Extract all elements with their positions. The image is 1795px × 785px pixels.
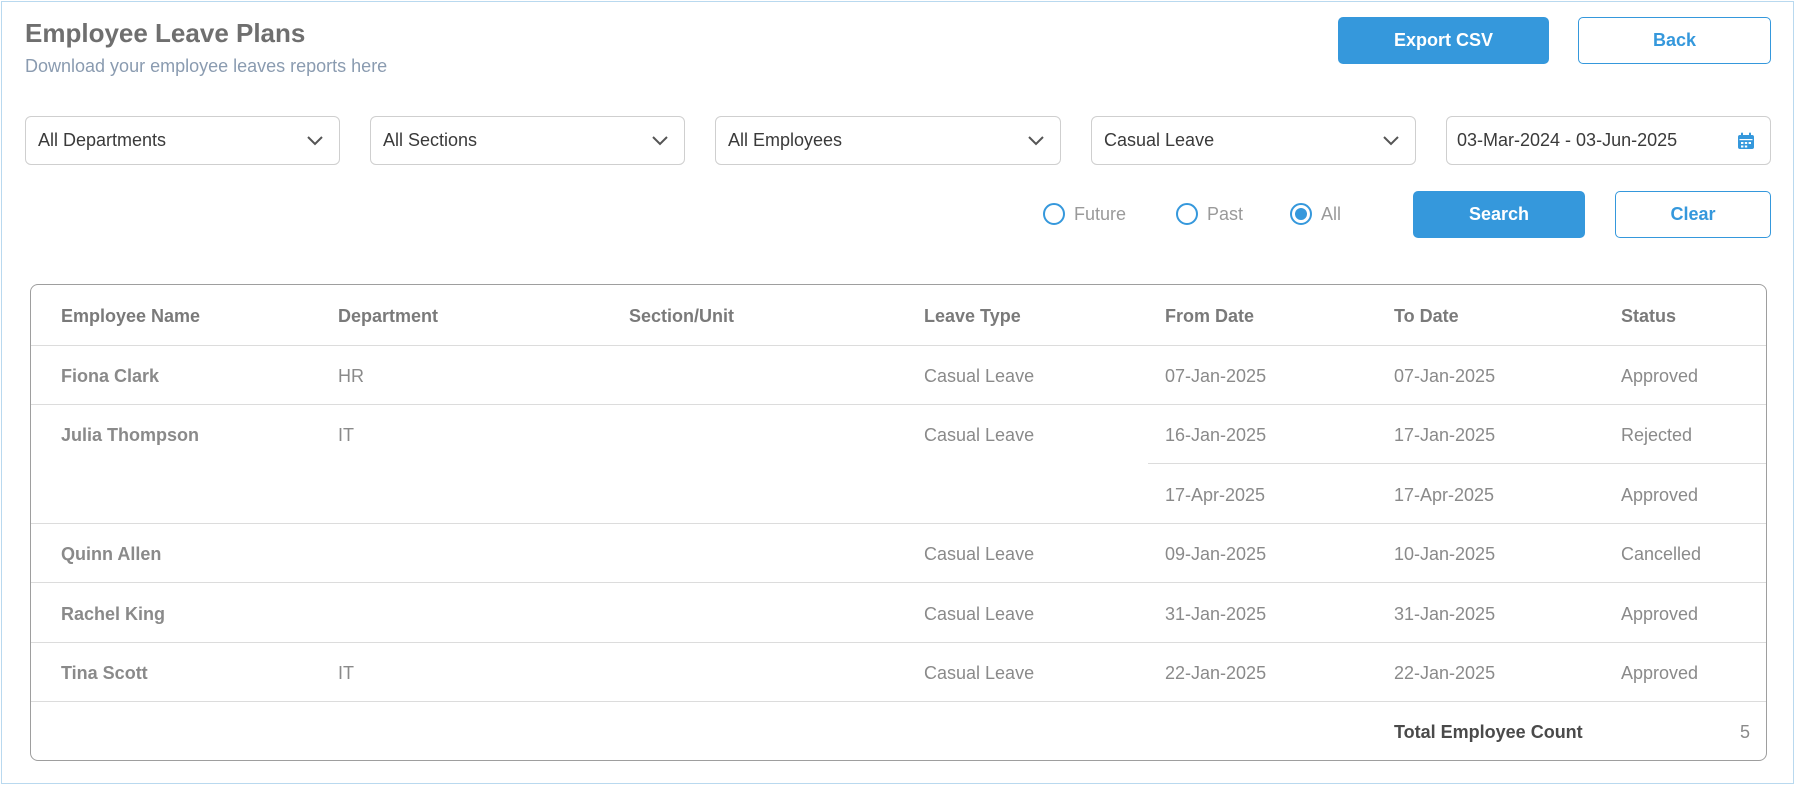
table-row-name: Tina Scott — [61, 663, 148, 683]
row-divider — [31, 701, 1766, 702]
table-row-status: Approved — [1621, 663, 1699, 683]
table-row-from-date: 09-Jan-2025 — [1165, 544, 1267, 564]
row-divider — [31, 582, 1766, 583]
header-divider — [31, 345, 1766, 346]
table-row-leave-type: Casual Leave — [924, 604, 1035, 624]
table-row-to-date: 10-Jan-2025 — [1394, 544, 1496, 564]
employee-select[interactable]: All Employees — [715, 116, 1061, 165]
row-divider — [31, 523, 1766, 524]
table-row-from-date: 16-Jan-2025 — [1165, 425, 1267, 445]
table-row-department: IT — [338, 663, 354, 683]
total-employee-count-value: 5 — [1739, 722, 1750, 742]
export-csv-button[interactable]: Export CSV — [1338, 17, 1549, 64]
page-subtitle: Download your employee leaves reports he… — [25, 56, 388, 76]
chevron-down-icon — [652, 136, 668, 146]
table-row-to-date: 07-Jan-2025 — [1394, 366, 1496, 386]
chevron-down-icon — [1028, 136, 1044, 146]
row-divider — [31, 642, 1766, 643]
date-range-input[interactable]: 03-Mar-2024 - 03-Jun-2025 — [1446, 116, 1771, 165]
sub-row-divider — [1148, 463, 1766, 464]
leave-type-select-value: Casual Leave — [1104, 130, 1215, 150]
radio-all-circle[interactable] — [1290, 203, 1312, 225]
column-header-status: Status — [1621, 306, 1677, 326]
employee-select-value: All Employees — [728, 130, 843, 150]
table-row-name: Rachel King — [61, 604, 166, 624]
department-select-value: All Departments — [38, 130, 167, 150]
table-row-status: Rejected — [1621, 425, 1693, 445]
chevron-down-icon — [1383, 136, 1399, 146]
column-header-section: Section/Unit — [629, 306, 735, 326]
calendar-icon[interactable] — [1736, 131, 1756, 151]
table-row-to-date: 17-Apr-2025 — [1394, 485, 1495, 505]
column-header-employee-name: Employee Name — [61, 306, 201, 326]
radio-past-label: Past — [1207, 203, 1244, 224]
page-title: Employee Leave Plans — [25, 18, 306, 48]
column-header-leave-type: Leave Type — [924, 306, 1021, 326]
clear-button[interactable]: Clear — [1615, 191, 1771, 238]
column-header-department: Department — [338, 306, 439, 326]
chevron-down-icon — [307, 136, 323, 146]
table-row-from-date: 22-Jan-2025 — [1165, 663, 1267, 683]
table-row-leave-type: Casual Leave — [924, 366, 1035, 386]
table-row-status: Approved — [1621, 366, 1699, 386]
radio-past-circle[interactable] — [1176, 203, 1198, 225]
leave-table: Employee Name Department Section/Unit Le… — [30, 284, 1767, 761]
table-row-leave-type: Casual Leave — [924, 663, 1035, 683]
radio-past[interactable]: Past — [1176, 203, 1243, 225]
table-row-to-date: 22-Jan-2025 — [1394, 663, 1496, 683]
radio-future[interactable]: Future — [1043, 203, 1126, 225]
table-row-name: Fiona Clark — [61, 366, 160, 386]
table-row-leave-type: Casual Leave — [924, 544, 1035, 564]
search-button[interactable]: Search — [1413, 191, 1585, 238]
radio-all-label: All — [1321, 203, 1342, 224]
table-row-from-date: 17-Apr-2025 — [1165, 485, 1266, 505]
table-row-leave-type: Casual Leave — [924, 425, 1035, 445]
leave-type-select[interactable]: Casual Leave — [1091, 116, 1416, 165]
row-divider — [31, 404, 1766, 405]
date-range-value: 03-Mar-2024 - 03-Jun-2025 — [1457, 130, 1678, 150]
radio-all[interactable]: All — [1290, 203, 1341, 225]
table-row-to-date: 31-Jan-2025 — [1394, 604, 1496, 624]
table-row-name: Quinn Allen — [61, 544, 162, 564]
table-row-to-date: 17-Jan-2025 — [1394, 425, 1496, 445]
section-select-value: All Sections — [383, 130, 478, 150]
radio-future-circle[interactable] — [1043, 203, 1065, 225]
table-row-from-date: 07-Jan-2025 — [1165, 366, 1267, 386]
table-row-status: Approved — [1621, 604, 1699, 624]
table-row-name: Julia Thompson — [61, 425, 200, 445]
section-select[interactable]: All Sections — [370, 116, 685, 165]
table-row-department: HR — [338, 366, 364, 386]
table-row-department: IT — [338, 425, 354, 445]
back-button[interactable]: Back — [1578, 17, 1771, 64]
table-row-status: Approved — [1621, 485, 1699, 505]
table-row-status: Cancelled — [1621, 544, 1702, 564]
total-employee-count-label: Total Employee Count — [1394, 722, 1583, 742]
department-select[interactable]: All Departments — [25, 116, 340, 165]
table-row-from-date: 31-Jan-2025 — [1165, 604, 1267, 624]
column-header-from-date: From Date — [1165, 306, 1255, 326]
column-header-to-date: To Date — [1394, 306, 1459, 326]
radio-future-label: Future — [1074, 203, 1127, 224]
